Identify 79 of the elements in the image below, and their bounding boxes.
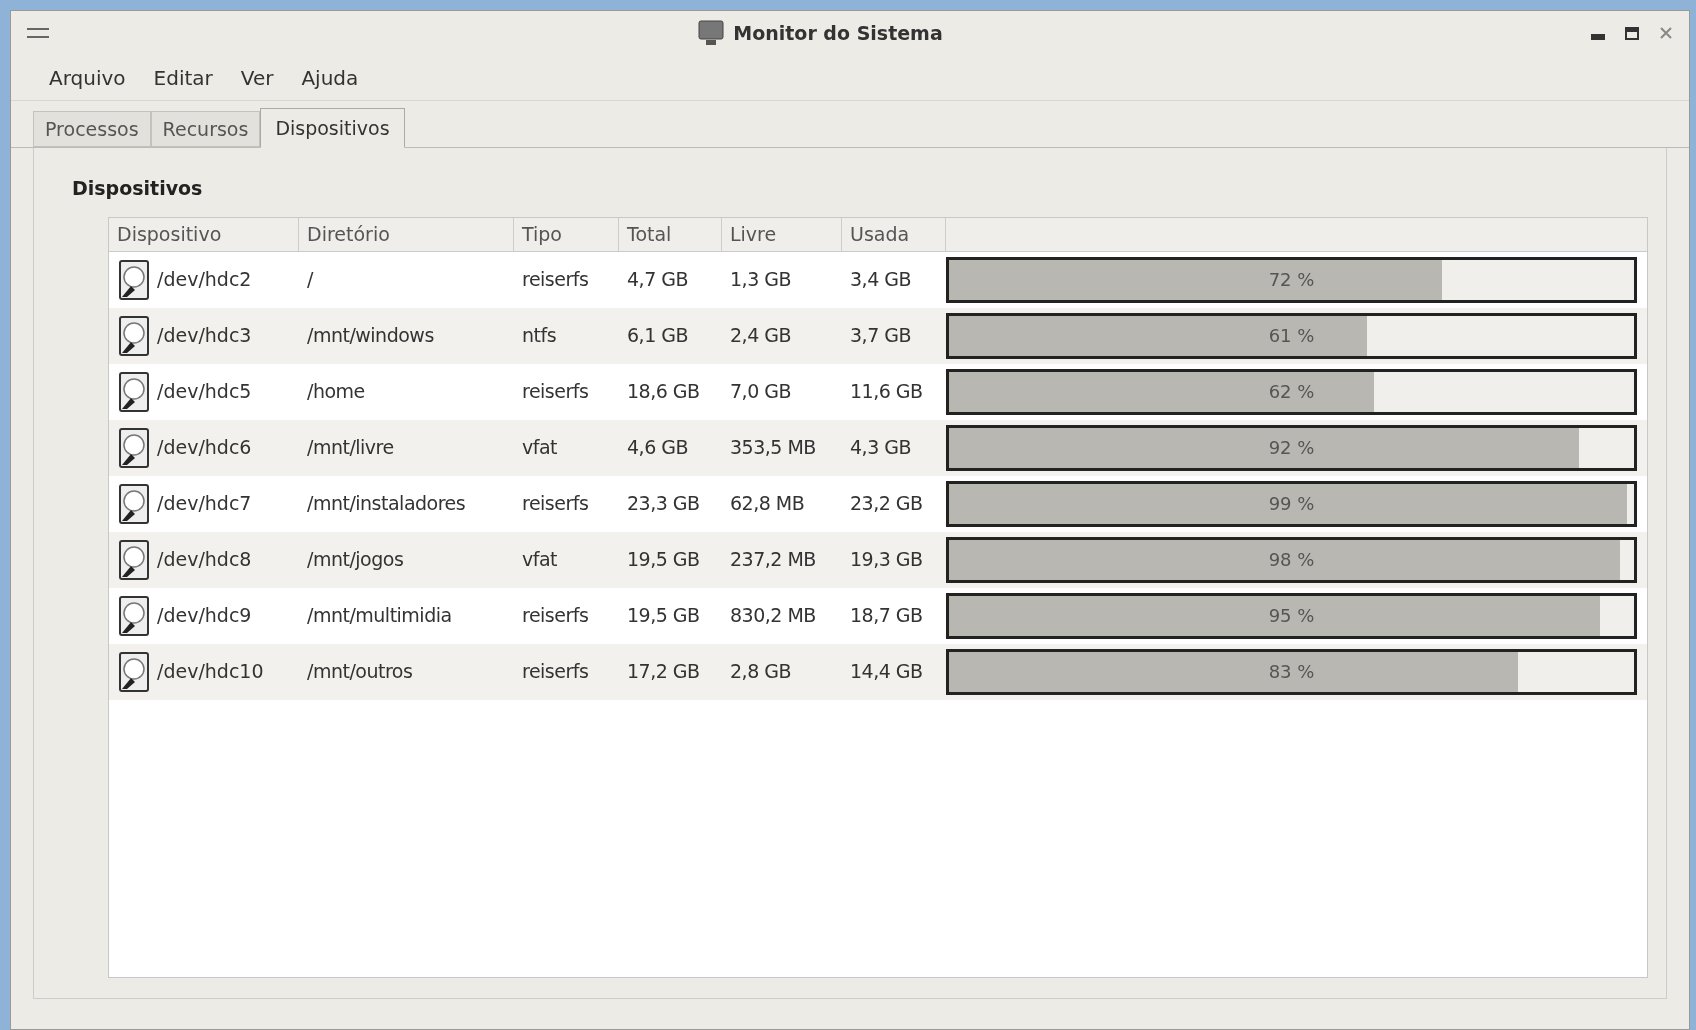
menu-item[interactable]: Arquivo — [49, 62, 126, 93]
usage-percent: 99 % — [1267, 492, 1316, 516]
table-cell: 4,7 GB — [627, 268, 688, 291]
window-title: Monitor do Sistema — [733, 20, 943, 46]
table-cell: 6,1 GB — [627, 324, 688, 347]
table-cell: 14,4 GB — [850, 660, 923, 683]
table-cell: 11,6 GB — [850, 380, 923, 403]
table-cell: 237,2 MB — [730, 548, 816, 571]
table-cell-text: /dev/hdc2 — [157, 267, 252, 293]
table-cell: 17,2 GB — [627, 660, 700, 683]
table-cell: vfat — [522, 436, 558, 459]
table-cell: reiserfs — [522, 660, 589, 683]
table-row[interactable]: /dev/hdc10 /mnt/outros reiserfs 17,2 GB 2,8 GB 14,4 GB 83 % — [109, 643, 1647, 700]
table-cell: 18,7 GB — [850, 604, 923, 627]
table-cell-text: /dev/hdc8 — [157, 547, 252, 573]
usage-percent: 98 % — [1267, 548, 1316, 572]
table-cell: 19,3 GB — [850, 548, 923, 571]
table-cell-text: /dev/hdc9 — [157, 603, 252, 629]
column-header[interactable]: Diretório — [299, 217, 514, 251]
table-cell: 62,8 MB — [730, 492, 805, 515]
menu-item[interactable]: Editar — [153, 62, 213, 93]
column-header[interactable]: Livre — [722, 217, 842, 251]
table-row[interactable]: /dev/hdc6 /mnt/livre vfat 4,6 GB 353,5 MB 4,3 GB 92 % — [109, 419, 1647, 476]
table-cell-text: /dev/hdc10 — [157, 659, 264, 685]
table-cell: 2,4 GB — [730, 324, 791, 347]
column-header[interactable]: Usada — [842, 217, 946, 251]
table-cell: / — [307, 268, 313, 291]
usage-percent: 83 % — [1267, 660, 1316, 684]
table-cell: reiserfs — [522, 604, 589, 627]
table-cell: 4,3 GB — [850, 436, 911, 459]
table-cell-text: /dev/hdc3 — [157, 323, 252, 349]
table-cell-text: /dev/hdc7 — [157, 491, 252, 517]
column-header[interactable]: Total — [619, 217, 722, 251]
usage-percent: 72 % — [1267, 268, 1316, 292]
table-cell: 7,0 GB — [730, 380, 791, 403]
table-row[interactable]: /dev/hdc3 /mnt/windows ntfs 6,1 GB 2,4 GB 3,7 GB 61 % — [109, 307, 1647, 364]
table-cell: 2,8 GB — [730, 660, 791, 683]
table-cell: /mnt/livre — [307, 436, 394, 459]
table-cell: 23,2 GB — [850, 492, 923, 515]
monitor-icon — [697, 19, 726, 47]
table-cell-text: /dev/hdc6 — [157, 435, 252, 461]
table-cell: /mnt/multimidia — [307, 604, 452, 627]
table-cell: 19,5 GB — [627, 548, 700, 571]
close-icon[interactable] — [1659, 26, 1673, 40]
tab[interactable]: Recursos — [150, 111, 261, 147]
table-cell: ntfs — [522, 324, 557, 347]
column-header[interactable]: Tipo — [514, 217, 619, 251]
table-cell: 18,6 GB — [627, 380, 700, 403]
table-cell: 1,3 GB — [730, 268, 791, 291]
tab[interactable]: Dispositivos — [260, 108, 405, 148]
usage-percent: 62 % — [1267, 380, 1316, 404]
usage-percent: 92 % — [1267, 436, 1316, 460]
table-cell: 3,4 GB — [850, 268, 911, 291]
maximize-icon[interactable] — [1625, 26, 1639, 40]
table-cell: reiserfs — [522, 380, 589, 403]
table-cell: 19,5 GB — [627, 604, 700, 627]
tab[interactable]: Processos — [33, 111, 151, 147]
menu-icon[interactable] — [27, 28, 49, 38]
section-title: Dispositivos — [72, 176, 204, 201]
usage-percent: 61 % — [1267, 324, 1316, 348]
table-cell: 353,5 MB — [730, 436, 816, 459]
table-cell: vfat — [522, 548, 558, 571]
table-cell: /mnt/outros — [307, 660, 413, 683]
table-cell: /mnt/jogos — [307, 548, 404, 571]
menu-item[interactable]: Ver — [240, 62, 274, 93]
table-row[interactable]: /dev/hdc8 /mnt/jogos vfat 19,5 GB 237,2 MB 19,3 GB 98 % — [109, 531, 1647, 588]
menu-item[interactable]: Ajuda — [301, 62, 359, 93]
table-cell: reiserfs — [522, 268, 589, 291]
table-cell: /mnt/windows — [307, 324, 434, 347]
usage-percent: 95 % — [1267, 604, 1316, 628]
table-cell: /mnt/instaladores — [307, 492, 466, 515]
table-cell: reiserfs — [522, 492, 589, 515]
table-cell-text: /dev/hdc5 — [157, 379, 252, 405]
table-cell: 3,7 GB — [850, 324, 911, 347]
column-header[interactable]: Dispositivo — [109, 217, 299, 251]
table-cell: 4,6 GB — [627, 436, 688, 459]
table-cell: 23,3 GB — [627, 492, 700, 515]
table-cell: 830,2 MB — [730, 604, 816, 627]
table-cell: /home — [307, 380, 365, 403]
